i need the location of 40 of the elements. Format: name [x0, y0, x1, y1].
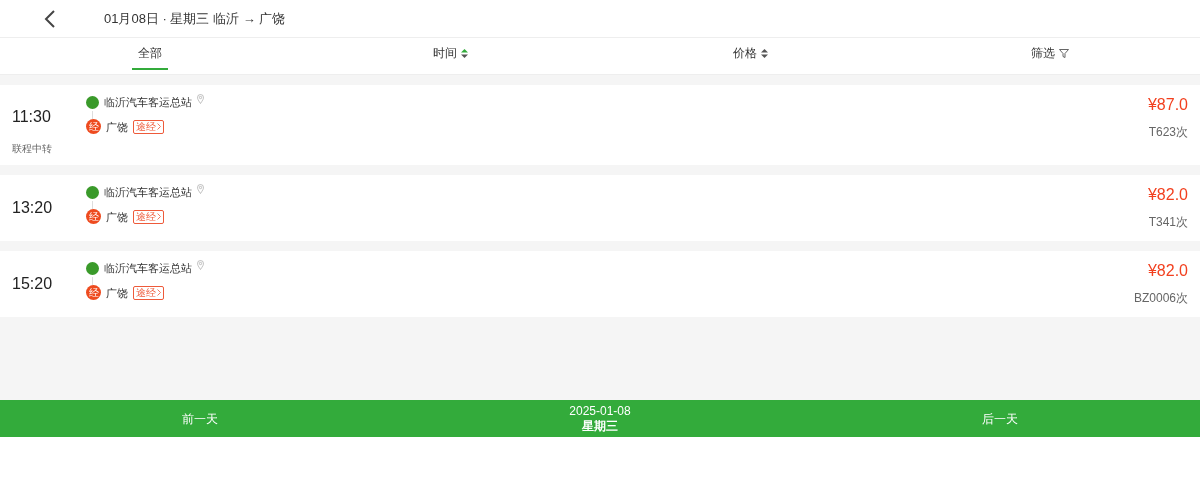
filter-tab[interactable]: 价格	[726, 34, 774, 70]
trip-card[interactable]: 13:20 临沂汽车客运总站 经 广饶 途经 ¥82.0 T341次	[0, 175, 1200, 241]
current-weekday: 星期三	[582, 418, 618, 434]
route-tag[interactable]: 途经	[133, 119, 164, 134]
departure-time: 11:30	[12, 107, 52, 127]
filter-tab[interactable]: 全部	[132, 34, 168, 70]
ticket-price: ¥87.0	[1147, 95, 1188, 115]
via-badge: 经	[86, 209, 101, 225]
current-date: 2025-01-08	[569, 403, 631, 419]
station-name: 临沂汽车客运总站	[104, 95, 192, 110]
station-name: 临沂汽车客运总站	[104, 185, 192, 200]
destination-name: 广饶	[106, 119, 128, 135]
location-pin-icon	[197, 94, 204, 105]
via-badge: 经	[86, 119, 101, 135]
trip-card[interactable]: 15:20 临沂汽车客运总站 经 广饶 途经 ¥82.0 BZ0006次	[0, 251, 1200, 317]
destination-name: 广饶	[106, 209, 128, 225]
departure-time: 13:20	[12, 198, 54, 218]
ticket-price: ¥82.0	[1147, 185, 1188, 205]
location-pin-icon	[197, 184, 204, 195]
route-tag[interactable]: 途经	[133, 285, 164, 300]
location-pin-icon	[197, 260, 204, 271]
trip-number: T623次	[1148, 124, 1188, 141]
page-title: 01月08日 · 星期三 临沂 → 广饶	[104, 9, 286, 28]
route-tag[interactable]: 途经	[133, 209, 164, 224]
trip-number: T341次	[1148, 214, 1188, 231]
back-button[interactable]	[42, 8, 58, 29]
trip-card[interactable]: 11:30 联程中转 临沂汽车客运总站 经 广饶 途经 ¥87.0 T623次	[0, 85, 1200, 165]
chevron-right-icon	[157, 123, 161, 131]
departure-time: 15:20	[12, 274, 54, 294]
via-badge: 经	[86, 285, 101, 301]
station-name: 临沂汽车客运总站	[104, 261, 192, 276]
chevron-right-icon	[157, 289, 161, 297]
filter-icon	[1059, 48, 1069, 58]
filter-tab[interactable]: 筛选	[1025, 34, 1075, 70]
trip-number: BZ0006次	[1133, 290, 1188, 307]
transfer-note: 联程中转	[12, 142, 53, 156]
filter-tab[interactable]: 时间	[426, 34, 474, 70]
destination-name: 广饶	[106, 285, 128, 301]
ticket-price: ¥82.0	[1147, 261, 1188, 281]
chevron-right-icon	[157, 213, 161, 221]
